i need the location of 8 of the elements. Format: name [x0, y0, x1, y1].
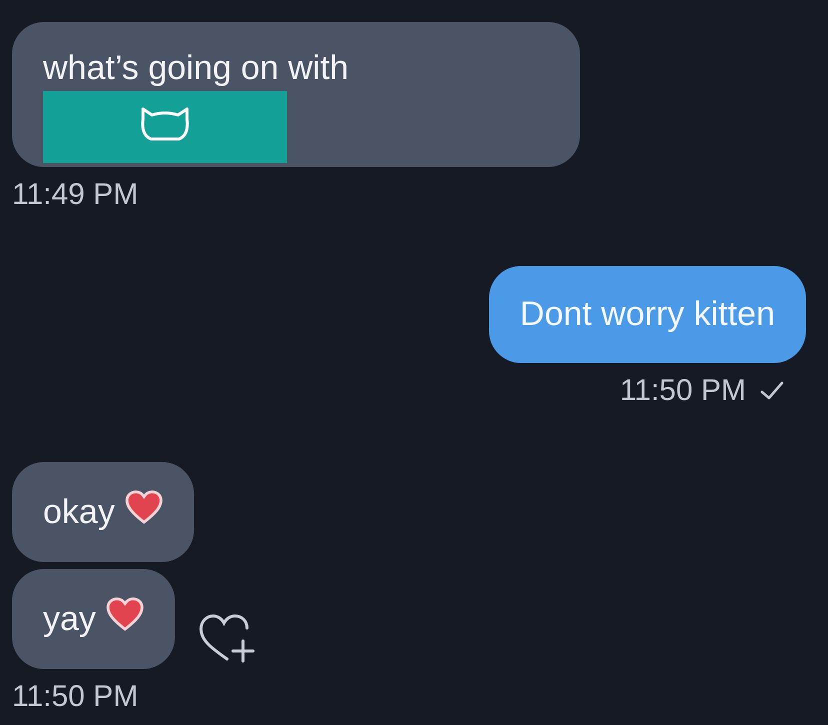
timestamp: 11:50 PM [620, 374, 746, 408]
message-text: okay [43, 492, 115, 532]
message-text: what’s going on with [43, 48, 349, 89]
message-text: Dont worry kitten [520, 294, 775, 335]
cat-icon [141, 108, 189, 140]
timestamp: 11:49 PM [12, 178, 138, 212]
timestamp: 11:50 PM [12, 680, 138, 714]
message-text: yay [43, 598, 96, 640]
